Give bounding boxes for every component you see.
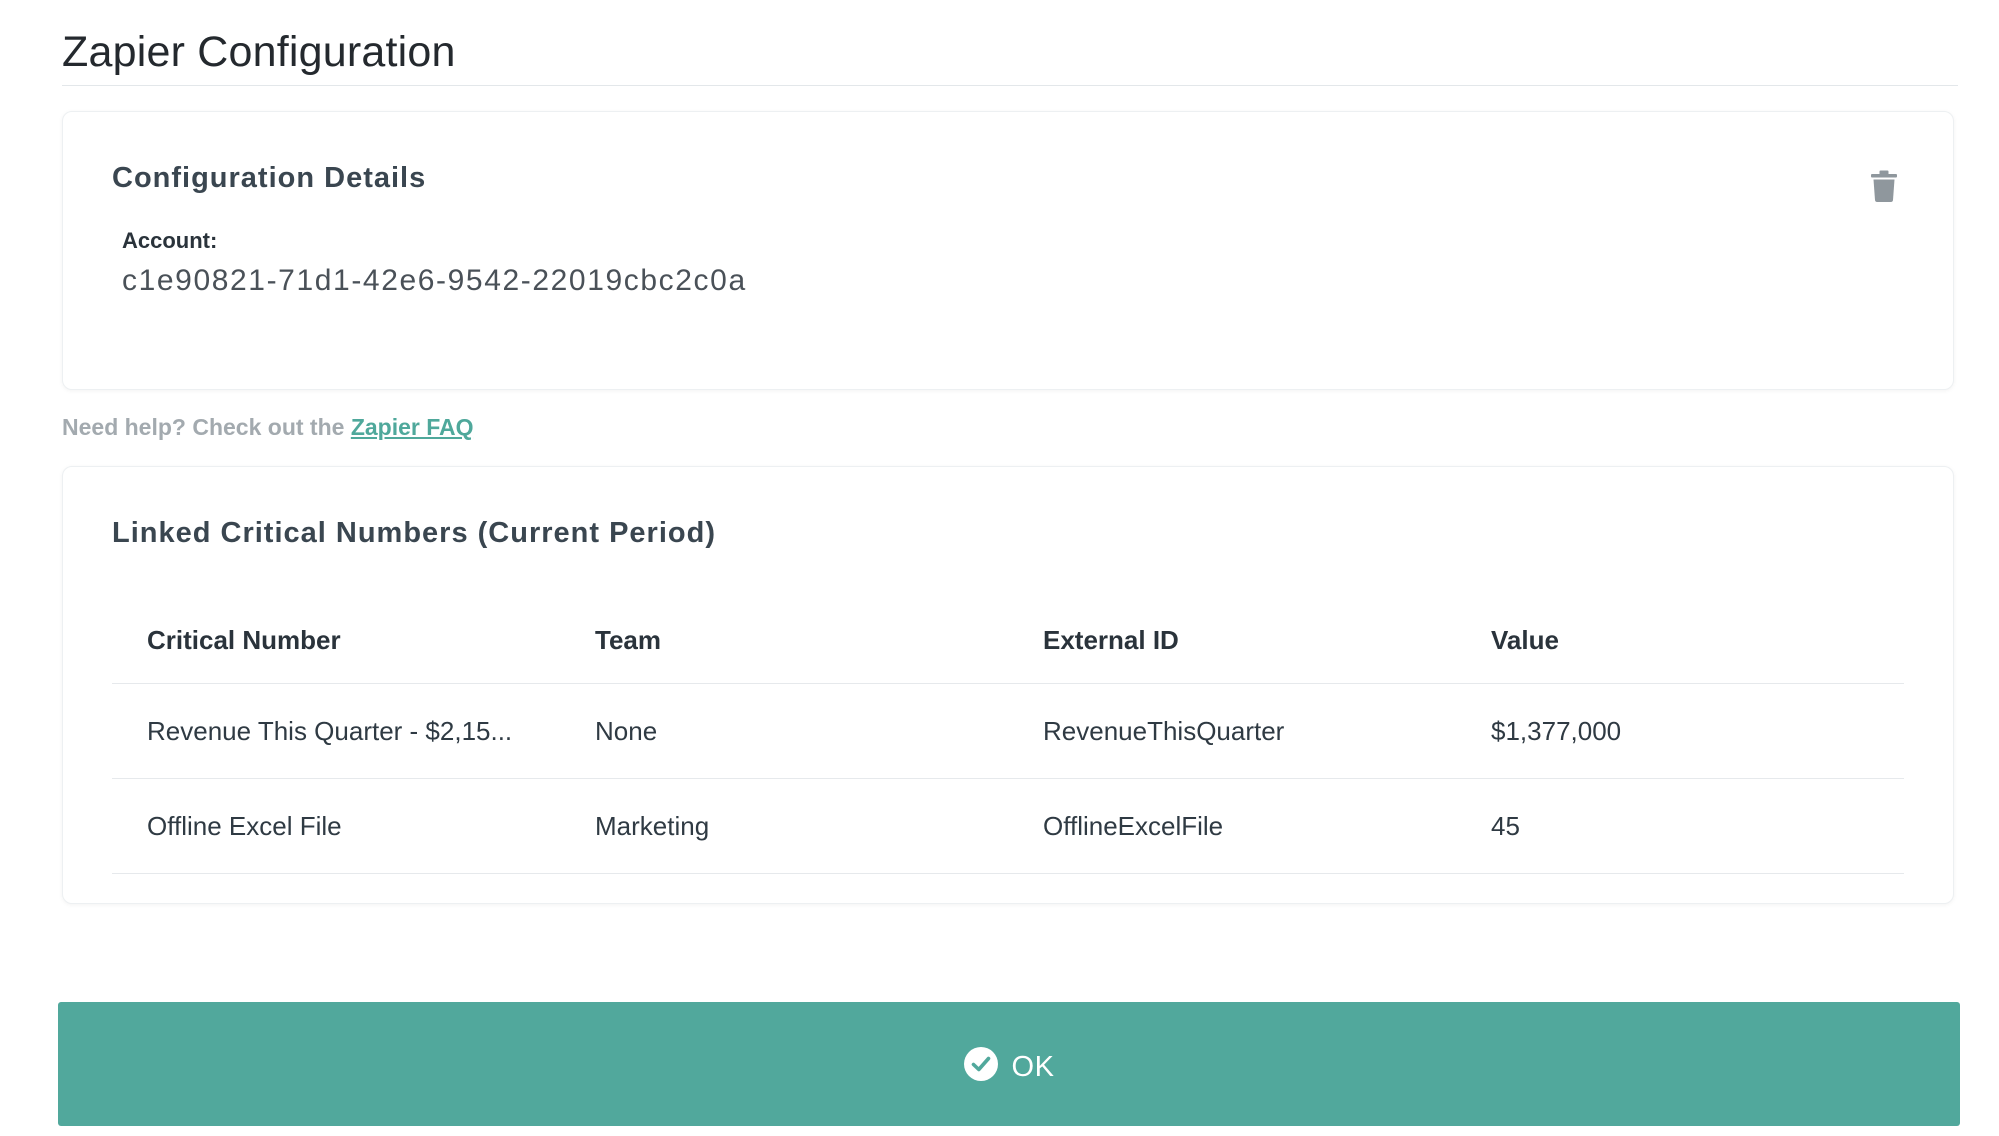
critical-numbers-table: Critical Number Team External ID Value R… xyxy=(112,598,1904,874)
column-header-team: Team xyxy=(560,598,1008,684)
title-divider xyxy=(62,85,1958,86)
table-row: Revenue This Quarter - $2,15... None Rev… xyxy=(112,683,1904,779)
column-header-value: Value xyxy=(1456,598,1904,684)
ok-button[interactable]: OK xyxy=(58,1002,1960,1126)
zapier-faq-link[interactable]: Zapier FAQ xyxy=(351,414,474,440)
help-text: Need help? Check out the Zapier FAQ xyxy=(62,414,474,441)
cell-value: $1,377,000 xyxy=(1456,683,1904,779)
table-header-row: Critical Number Team External ID Value xyxy=(112,598,1904,684)
linked-critical-numbers-card: Linked Critical Numbers (Current Period)… xyxy=(62,466,1954,904)
cell-critical-number: Offline Excel File xyxy=(112,778,560,874)
cell-external-id: OfflineExcelFile xyxy=(1008,778,1456,874)
column-header-critical-number: Critical Number xyxy=(112,598,560,684)
account-label: Account: xyxy=(122,228,218,253)
configuration-details-title: Configuration Details xyxy=(112,162,427,194)
trash-icon[interactable] xyxy=(1871,170,1897,202)
cell-external-id: RevenueThisQuarter xyxy=(1008,683,1456,779)
ok-button-content: OK xyxy=(963,1045,1055,1084)
cell-team: Marketing xyxy=(560,778,1008,874)
linked-critical-numbers-title: Linked Critical Numbers (Current Period) xyxy=(112,517,716,549)
ok-label: OK xyxy=(1011,1050,1055,1083)
zapier-configuration-page: Zapier Configuration Configuration Detai… xyxy=(0,0,1999,1136)
table-row: Offline Excel File Marketing OfflineExce… xyxy=(112,778,1904,874)
cell-value: 45 xyxy=(1456,778,1904,874)
check-circle-icon xyxy=(963,1047,998,1081)
account-value: c1e90821-71d1-42e6-9542-22019cbc2c0a xyxy=(122,264,747,297)
configuration-details-card: Configuration Details Account: c1e90821-… xyxy=(62,111,1954,390)
page-title: Zapier Configuration xyxy=(62,28,456,76)
help-text-prefix: Need help? Check out the xyxy=(62,414,351,440)
cell-critical-number: Revenue This Quarter - $2,15... xyxy=(112,683,560,779)
column-header-external-id: External ID xyxy=(1008,598,1456,684)
cell-team: None xyxy=(560,683,1008,779)
